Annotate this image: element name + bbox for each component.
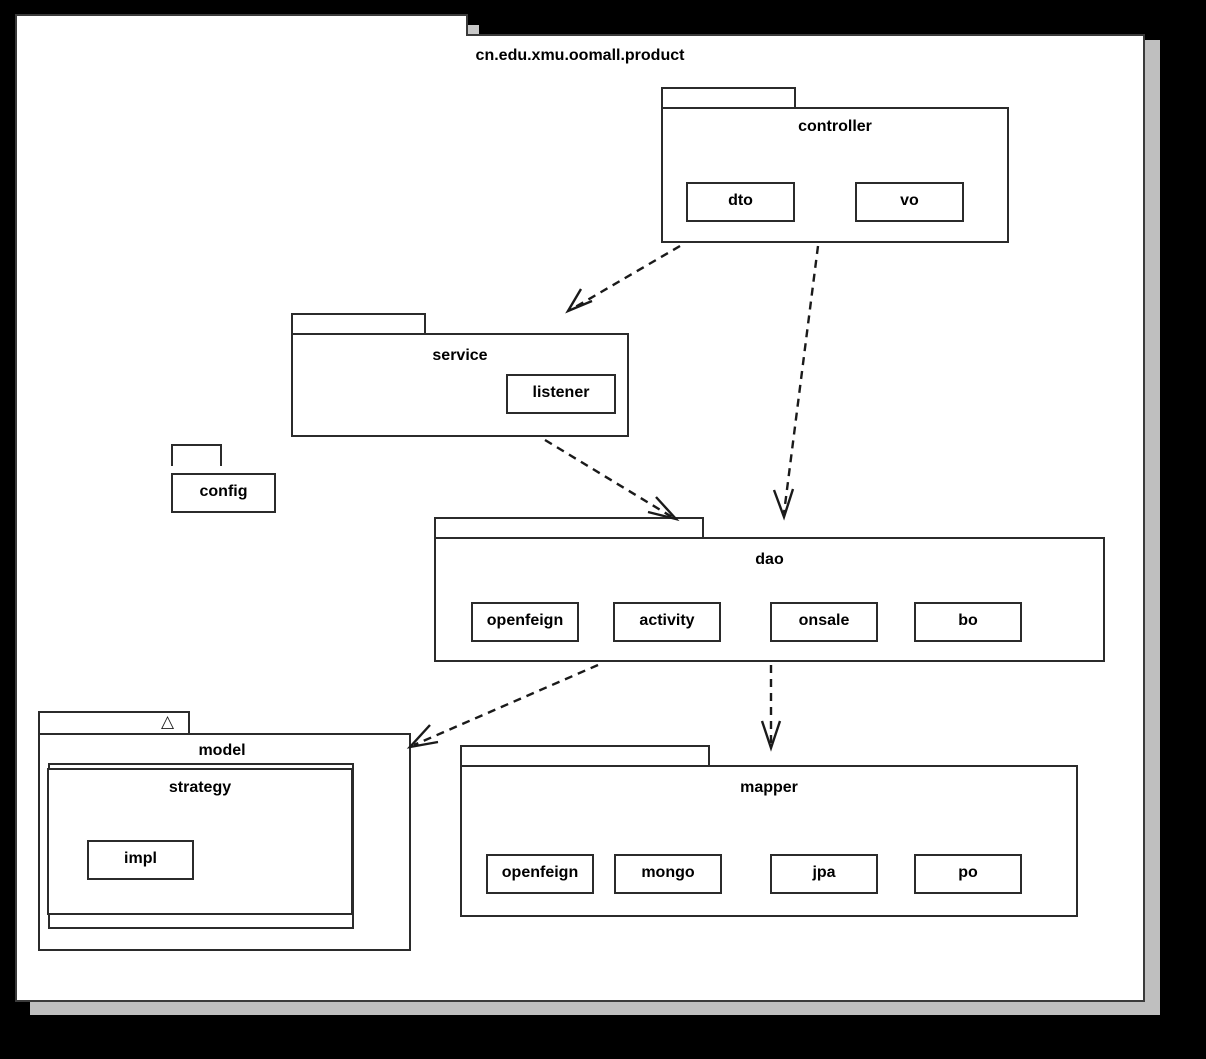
mapper-mongo-body — [614, 854, 722, 894]
mapper-body — [460, 765, 1078, 917]
dao-activity-body — [613, 602, 721, 642]
root-package-tab[interactable] — [15, 14, 468, 36]
impl-body — [87, 840, 194, 880]
config-tab — [171, 444, 222, 466]
mapper-jpa-body — [770, 854, 878, 894]
triangle-up-icon[interactable]: △ — [161, 714, 174, 731]
dao-onsale-body — [770, 602, 878, 642]
dto-body — [686, 182, 795, 222]
uml-package-diagram-canvas: cn.edu.xmu.oomall.product controller dto… — [0, 0, 1206, 1059]
mapper-openfeign-body — [486, 854, 594, 894]
dao-bo-body — [914, 602, 1022, 642]
vo-body — [855, 182, 964, 222]
controller-body — [661, 107, 1009, 243]
dao-openfeign-body — [471, 602, 579, 642]
dao-body — [434, 537, 1105, 662]
page-title: cn.edu.xmu.oomall.product — [475, 47, 685, 64]
listener-body — [506, 374, 616, 414]
config-body — [171, 473, 276, 513]
mapper-po-body — [914, 854, 1022, 894]
